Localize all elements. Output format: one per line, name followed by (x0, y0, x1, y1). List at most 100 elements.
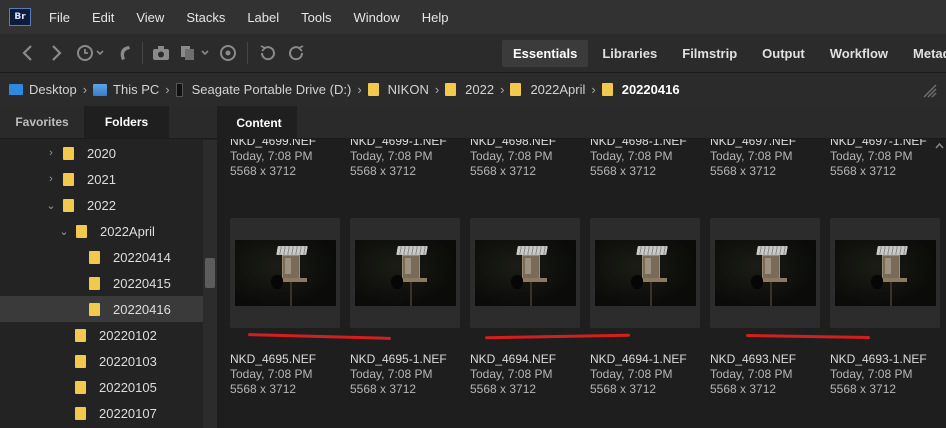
chevron-right-icon[interactable]: › (45, 147, 57, 159)
tree-item-2022april[interactable]: ⌄ 2022April (0, 218, 203, 244)
breadcrumb-current-folder[interactable]: 20220416 (601, 82, 680, 97)
chevron-down-icon[interactable]: ⌄ (45, 199, 57, 212)
chevron-right-icon[interactable]: › (45, 173, 57, 185)
thumbnail-grid: NKD_4699.NEF Today, 7:08 PM 5568 x 3712 … (221, 139, 946, 428)
grid-item-meta[interactable]: NKD_4693-1.NEF Today, 7:08 PM 5568 x 371… (830, 352, 946, 397)
file-dimensions: 5568 x 3712 (590, 382, 657, 396)
menu-file[interactable]: File (49, 10, 70, 25)
tree-item-20220107[interactable]: 20220107 (0, 400, 203, 426)
rotate-clockwise-icon[interactable] (286, 40, 308, 66)
tree-item-20220415[interactable]: 20220415 (0, 270, 203, 296)
workspace-filmstrip[interactable]: Filmstrip (671, 40, 748, 67)
folder-icon (89, 276, 100, 290)
folder-icon (75, 354, 86, 368)
grid-item-meta[interactable]: NKD_4697-1.NEF Today, 7:08 PM 5568 x 371… (830, 139, 946, 179)
recent-history-icon[interactable] (74, 40, 108, 66)
tree-item-20220416[interactable]: 20220416 (0, 296, 203, 322)
folder-icon (89, 302, 100, 316)
get-photos-camera-icon[interactable] (151, 40, 173, 66)
workspace-output[interactable]: Output (751, 40, 816, 67)
tree-item-20220414[interactable]: 20220414 (0, 244, 203, 270)
grid-item-meta[interactable]: NKD_4695.NEF Today, 7:08 PM 5568 x 3712 (230, 352, 348, 397)
grid-item-meta[interactable]: NKD_4693.NEF Today, 7:08 PM 5568 x 3712 (710, 352, 828, 397)
forward-arrow-icon[interactable] (46, 40, 68, 66)
folder-icon (89, 250, 100, 264)
tree-item-20220102[interactable]: 20220102 (0, 322, 203, 348)
tab-content[interactable]: Content (221, 106, 297, 139)
scrollbar-thumb[interactable] (205, 258, 215, 288)
thumbnail-card[interactable] (710, 218, 820, 328)
chevron-down-icon[interactable]: ⌄ (58, 225, 70, 238)
menu-window[interactable]: Window (354, 10, 400, 25)
folder-tree-scrollbar[interactable] (203, 140, 217, 428)
grid-item-meta[interactable]: NKD_4697.NEF Today, 7:08 PM 5568 x 3712 (710, 139, 828, 179)
breadcrumb-2022[interactable]: 2022 (445, 82, 494, 97)
folder-icon (75, 406, 86, 420)
thumbnail-card[interactable] (590, 218, 700, 328)
photo-thumbnail (715, 240, 816, 306)
breadcrumb-nikon[interactable]: NIKON (367, 82, 429, 97)
workspace-workflow[interactable]: Workflow (819, 40, 899, 67)
thumbnail-card[interactable] (230, 218, 340, 328)
refine-icon[interactable] (179, 40, 215, 66)
chevron-right-icon[interactable]: › (500, 82, 504, 97)
file-date: Today, 7:08 PM (590, 367, 673, 381)
camera-raw-icon[interactable] (217, 40, 239, 66)
menu-stacks[interactable]: Stacks (186, 10, 225, 25)
workspace-metadata[interactable]: Metad (902, 40, 946, 67)
photo-thumbnail (475, 240, 576, 306)
chevron-right-icon[interactable]: › (435, 82, 439, 97)
breadcrumb-this-pc[interactable]: This PC (93, 82, 159, 97)
resize-grip-icon[interactable] (920, 81, 938, 99)
breadcrumb-desktop[interactable]: Desktop (9, 82, 77, 97)
grid-item-meta[interactable]: NKD_4695-1.NEF Today, 7:08 PM 5568 x 371… (350, 352, 468, 397)
menu-view[interactable]: View (136, 10, 164, 25)
file-date: Today, 7:08 PM (710, 149, 793, 163)
file-dimensions: 5568 x 3712 (350, 382, 417, 396)
thumbnail-card[interactable] (350, 218, 460, 328)
boomerang-icon[interactable] (114, 40, 134, 66)
tree-item-20220103[interactable]: 20220103 (0, 348, 203, 374)
breadcrumb-2022april[interactable]: 2022April (510, 82, 585, 97)
rotate-counterclockwise-icon[interactable] (256, 40, 278, 66)
breadcrumb-label: 2022 (465, 82, 495, 97)
file-dimensions: 5568 x 3712 (470, 382, 537, 396)
menu-help[interactable]: Help (422, 10, 449, 25)
folder-icon (63, 198, 74, 212)
chevron-right-icon[interactable]: › (165, 82, 169, 97)
menu-edit[interactable]: Edit (92, 10, 114, 25)
panel-tabs: Favorites Folders (0, 106, 217, 139)
file-dimensions: 5568 x 3712 (710, 164, 777, 178)
toolbar: Essentials Libraries Filmstrip Output Wo… (0, 34, 946, 72)
workspace-libraries[interactable]: Libraries (591, 40, 668, 67)
tab-folders[interactable]: Folders (84, 106, 169, 138)
file-date: Today, 7:08 PM (230, 367, 313, 381)
tab-favorites[interactable]: Favorites (0, 106, 84, 138)
file-name: NKD_4697-1.NEF (830, 139, 927, 148)
thumbnail-card[interactable] (470, 218, 580, 328)
breadcrumb-drive[interactable]: Seagate Portable Drive (D:) (175, 82, 351, 97)
workspace-essentials[interactable]: Essentials (502, 39, 589, 67)
chevron-right-icon[interactable]: › (83, 82, 87, 97)
workspace-switcher: Essentials Libraries Filmstrip Output Wo… (502, 34, 946, 72)
chevron-right-icon[interactable]: › (591, 82, 595, 97)
red-underline-annotation (247, 333, 392, 340)
grid-item-meta[interactable]: NKD_4698.NEF Today, 7:08 PM 5568 x 3712 (470, 139, 588, 179)
tree-item-2020[interactable]: › 2020 (0, 140, 203, 166)
menu-label[interactable]: Label (247, 10, 279, 25)
back-arrow-icon[interactable] (16, 40, 38, 66)
tree-item-2021[interactable]: › 2021 (0, 166, 203, 192)
chevron-right-icon[interactable]: › (357, 82, 361, 97)
thumbnail-card[interactable] (830, 218, 940, 328)
tree-item-20220105[interactable]: 20220105 (0, 374, 203, 400)
file-name: NKD_4693.NEF (710, 352, 797, 366)
grid-item-meta[interactable]: NKD_4698-1.NEF Today, 7:08 PM 5568 x 371… (590, 139, 708, 179)
grid-item-meta[interactable]: NKD_4699-1.NEF Today, 7:08 PM 5568 x 371… (350, 139, 468, 179)
grid-item-meta[interactable]: NKD_4694-1.NEF Today, 7:08 PM 5568 x 371… (590, 352, 708, 397)
menu-tools[interactable]: Tools (301, 10, 331, 25)
tree-item-2022[interactable]: ⌄ 2022 (0, 192, 203, 218)
grid-item-meta[interactable]: NKD_4694.NEF Today, 7:08 PM 5568 x 3712 (470, 352, 588, 397)
file-name: NKD_4698-1.NEF (590, 139, 687, 148)
grid-item-meta[interactable]: NKD_4699.NEF Today, 7:08 PM 5568 x 3712 (230, 139, 348, 179)
folder-icon (367, 83, 379, 96)
